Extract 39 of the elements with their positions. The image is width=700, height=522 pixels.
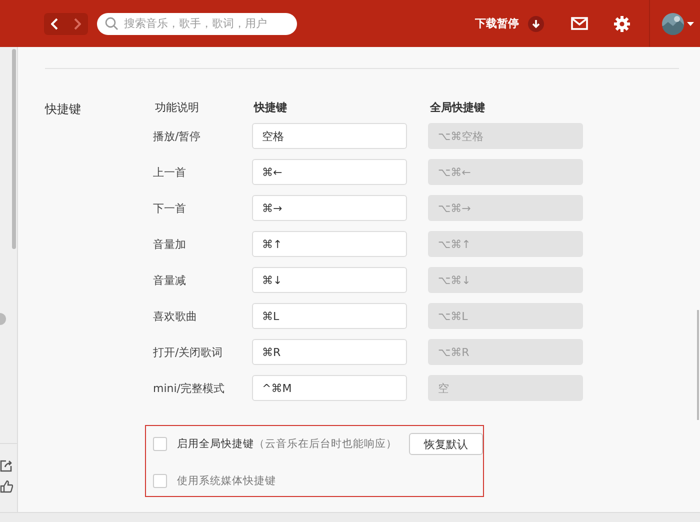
scrollbar[interactable] bbox=[697, 310, 699, 420]
checkbox-label: 使用系统媒体快捷键 bbox=[177, 474, 276, 488]
function-label: 播放/暂停 bbox=[153, 128, 202, 144]
chevron-right-icon bbox=[73, 18, 81, 30]
share-icon[interactable] bbox=[0, 460, 12, 472]
scrollbar[interactable] bbox=[12, 49, 16, 249]
function-label: mini/完整模式 bbox=[153, 380, 226, 396]
back-button[interactable] bbox=[44, 12, 66, 34]
thumbs-up-icon[interactable] bbox=[0, 480, 13, 493]
chevron-left-icon bbox=[51, 18, 59, 30]
search-field[interactable]: 搜索音乐，歌手，歌词，用户 bbox=[97, 12, 297, 34]
checkbox[interactable] bbox=[153, 474, 167, 488]
shortcut-field[interactable]: ⌘↓ bbox=[252, 267, 407, 293]
reset-button[interactable]: 恢复默认 bbox=[409, 433, 483, 455]
shortcut-field[interactable]: ⌘← bbox=[252, 159, 407, 185]
download-icon[interactable] bbox=[528, 16, 544, 32]
mail-icon[interactable] bbox=[571, 17, 588, 30]
shortcut-field[interactable]: ^⌘M bbox=[252, 375, 407, 401]
checkbox[interactable] bbox=[153, 437, 167, 451]
shortcut-field[interactable]: ⌘R bbox=[252, 339, 407, 365]
column-header: 快捷键 bbox=[254, 100, 288, 114]
shortcut-field[interactable]: 空格 bbox=[252, 123, 407, 149]
function-label: 下一首 bbox=[153, 200, 187, 216]
function-label: 音量加 bbox=[153, 236, 187, 252]
function-label: 打开/关闭歌词 bbox=[153, 344, 224, 360]
column-header: 全局快捷键 bbox=[430, 100, 486, 114]
shortcut-field[interactable]: ⌘→ bbox=[252, 195, 407, 221]
caret-icon[interactable] bbox=[687, 22, 694, 26]
function-label: 上一首 bbox=[153, 164, 187, 180]
settings-icon[interactable] bbox=[614, 16, 630, 32]
section-title: 快捷键 bbox=[45, 101, 82, 118]
column-header: 功能说明 bbox=[154, 100, 200, 114]
function-label: 音量减 bbox=[153, 272, 187, 288]
function-label: 喜欢歌曲 bbox=[153, 308, 198, 324]
shortcut-field[interactable]: ⌘L bbox=[252, 303, 407, 329]
shortcut-field[interactable]: ⌘↑ bbox=[252, 231, 407, 257]
download-status: 下载暂停 bbox=[475, 16, 519, 31]
checkbox-label: 启用全局快捷键（云音乐在后台时也能响应） bbox=[177, 437, 397, 451]
search-icon bbox=[105, 17, 118, 30]
